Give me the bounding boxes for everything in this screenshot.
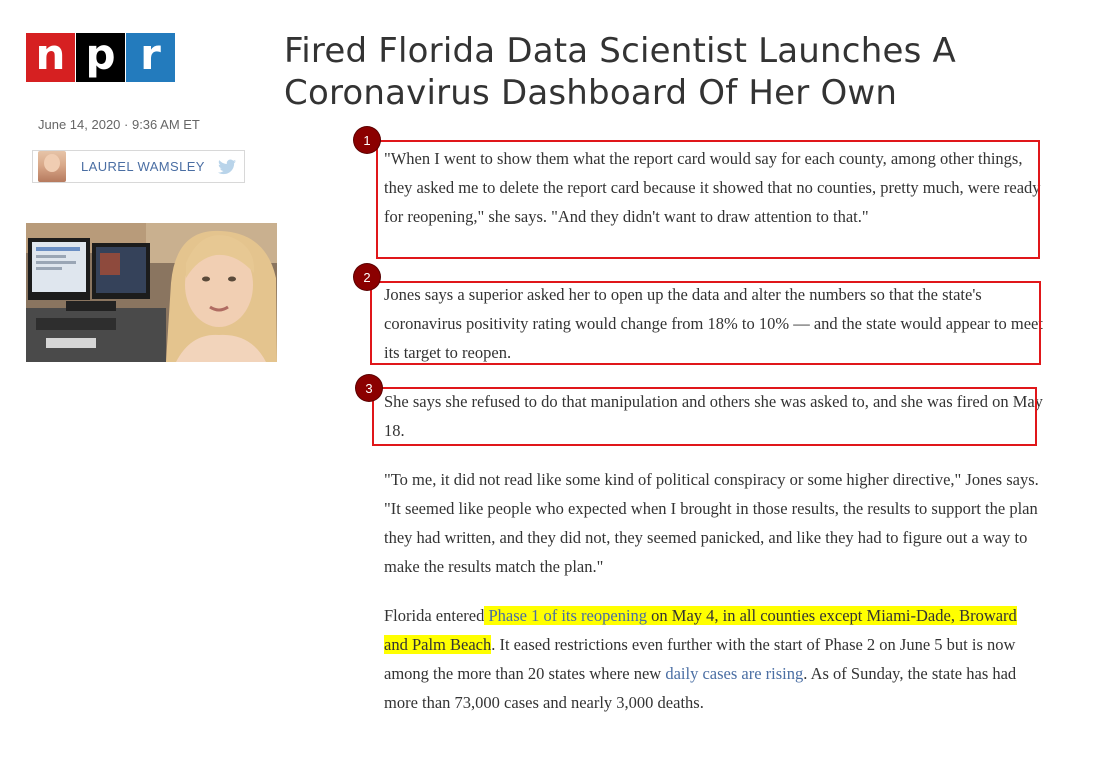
logo-letter-n: n bbox=[26, 33, 75, 82]
article-headline: Fired Florida Data Scientist Launches A … bbox=[284, 31, 956, 113]
annotation-box-1 bbox=[376, 140, 1040, 259]
article-paragraph-4: "To me, it did not read like some kind o… bbox=[384, 470, 1039, 576]
logo-letter-r: r bbox=[126, 33, 175, 82]
annotation-badge-1: 1 bbox=[354, 127, 380, 153]
paragraph-text: Florida entered bbox=[384, 606, 485, 625]
logo-letter-p: p bbox=[76, 33, 125, 82]
daily-cases-rising-link[interactable]: daily cases are rising bbox=[665, 664, 803, 683]
article-dateline: June 14, 2020 · 9:36 AM ET bbox=[38, 117, 200, 132]
article-paragraph-5: Florida entered Phase 1 of its reopening… bbox=[384, 601, 1044, 717]
author-name-link[interactable]: LAUREL WAMSLEY bbox=[81, 159, 205, 174]
article-photo[interactable] bbox=[26, 223, 277, 362]
annotation-box-2 bbox=[370, 281, 1041, 365]
author-avatar[interactable] bbox=[38, 151, 66, 182]
phase-1-reopening-link[interactable]: Phase 1 of its reopening bbox=[484, 606, 648, 625]
annotation-badge-3: 3 bbox=[356, 375, 382, 401]
annotation-box-3 bbox=[372, 387, 1037, 446]
byline: LAUREL WAMSLEY bbox=[32, 150, 245, 183]
npr-logo[interactable]: n p r bbox=[26, 33, 175, 82]
annotation-badge-2: 2 bbox=[354, 264, 380, 290]
twitter-icon[interactable] bbox=[218, 159, 236, 175]
